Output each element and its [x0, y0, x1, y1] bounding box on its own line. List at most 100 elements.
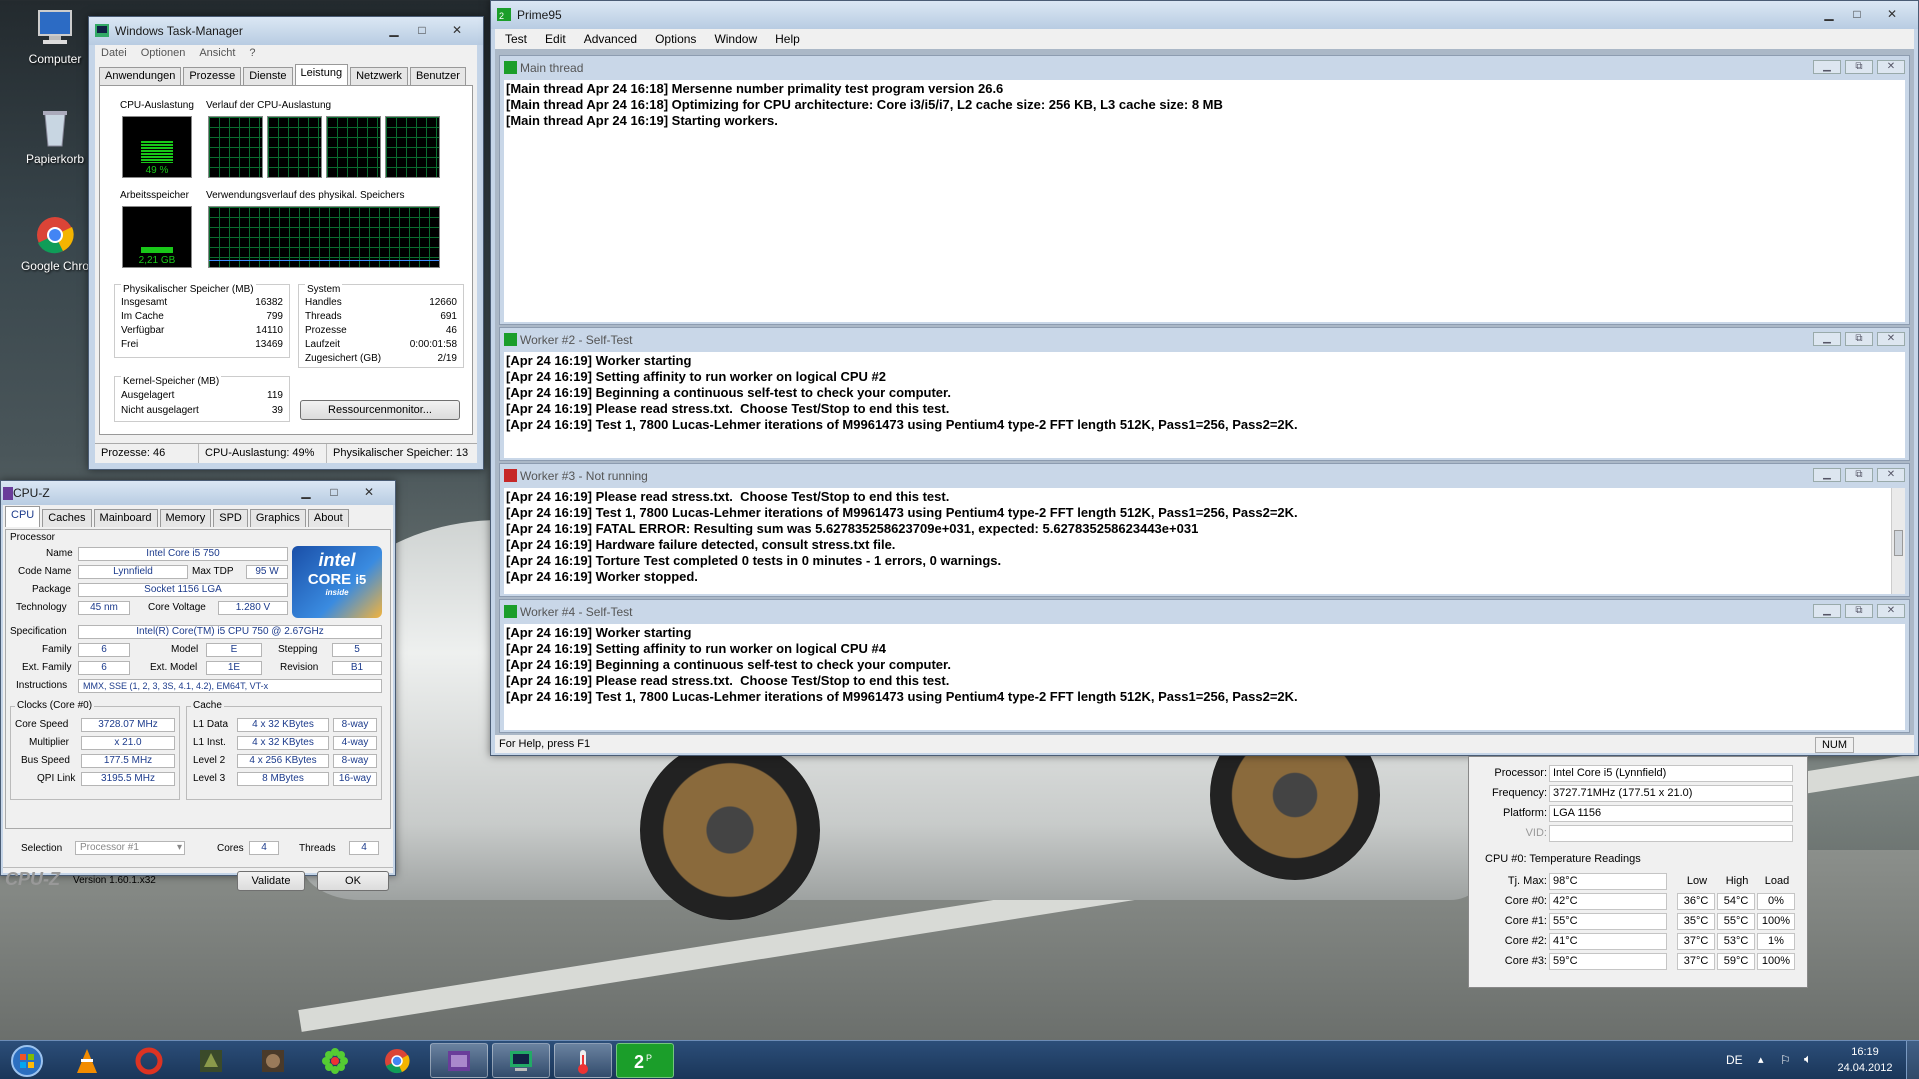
log-output[interactable]: [Apr 24 16:19] Worker starting [Apr 24 16… [504, 624, 1905, 730]
close-button[interactable]: ✕ [1872, 5, 1912, 23]
restore-button[interactable]: ⧉ [1845, 468, 1873, 482]
show-desktop-button[interactable] [1906, 1041, 1919, 1079]
family-label: Family [42, 644, 72, 655]
log-output[interactable]: [Apr 24 16:19] Please read stress.txt. C… [504, 488, 1891, 594]
tab-leistung[interactable]: Leistung [294, 64, 349, 85]
task-manager-icon[interactable] [492, 1043, 550, 1078]
qpi-link-value: 3195.5 MHz [81, 772, 175, 786]
tab-caches[interactable]: Caches [42, 509, 92, 527]
minimize-button[interactable]: ▁ [381, 21, 407, 39]
cpuz-icon[interactable] [430, 1043, 488, 1078]
volume-icon[interactable]: 🔈︎ [1804, 1051, 1812, 1067]
child-title-bar[interactable]: Worker #2 - Self-Test ▁ ⧉ ✕ [500, 328, 1909, 352]
core-2-temp: 41°C [1549, 933, 1667, 950]
minimize-button[interactable]: ▁ [1813, 60, 1841, 74]
desktop-icon-recycle-bin[interactable]: Papierkorb [15, 108, 95, 166]
core-2-high: 53°C [1717, 933, 1755, 950]
menu-help[interactable]: ? [249, 47, 255, 61]
icq-icon[interactable] [306, 1043, 364, 1078]
desktop-icon-chrome[interactable]: Google Chro [15, 215, 95, 273]
worker-status-icon [504, 61, 517, 74]
logo-core-text: CORE [307, 571, 352, 588]
l3-assoc: 16-way [333, 772, 377, 786]
close-button[interactable]: ✕ [1877, 60, 1905, 74]
l3-value: 8 MBytes [237, 772, 329, 786]
tab-dienste[interactable]: Dienste [243, 67, 293, 85]
menu-test[interactable]: Test [505, 32, 527, 46]
cpu-usage-value: 49 % [145, 165, 169, 176]
tab-prozesse[interactable]: Prozesse [183, 67, 242, 85]
restore-button[interactable]: ⧉ [1845, 60, 1873, 74]
stat-label: Verfügbar [121, 325, 165, 336]
clock[interactable]: 16:19 24.04.2012 [1830, 1044, 1900, 1076]
tab-cpu[interactable]: CPU [5, 506, 41, 527]
child-title-bar[interactable]: Worker #3 - Not running ▁ ⧉ ✕ [500, 464, 1909, 488]
vlc-icon[interactable] [58, 1043, 116, 1078]
start-orb-icon[interactable] [2, 1043, 52, 1078]
restore-button[interactable]: ⧉ [1845, 604, 1873, 618]
child-title-bar[interactable]: Main thread ▁ ⧉ ✕ [500, 56, 1909, 80]
validate-button[interactable]: Validate [237, 871, 305, 891]
intel-core-i5-logo: intel CORE i5 inside [292, 546, 382, 618]
scrollbar-thumb[interactable] [1894, 530, 1903, 556]
menu-options[interactable]: Options [655, 32, 696, 46]
desktop-icon-computer[interactable]: Computer [15, 8, 95, 66]
restore-button[interactable]: ⧉ [1845, 332, 1873, 346]
tab-netzwerk[interactable]: Netzwerk [350, 67, 408, 85]
stat-label: Handles [305, 297, 342, 308]
menu-edit[interactable]: Edit [545, 32, 566, 46]
core-1-low: 35°C [1677, 913, 1715, 930]
coretemp-icon[interactable] [554, 1043, 612, 1078]
close-button[interactable]: ✕ [1877, 468, 1905, 482]
tab-anwendungen[interactable]: Anwendungen [99, 67, 182, 85]
tab-spd[interactable]: SPD [213, 509, 248, 527]
chrome-icon[interactable] [368, 1043, 426, 1078]
menu-datei[interactable]: Datei [101, 47, 127, 61]
ccleaner-icon[interactable] [120, 1043, 178, 1078]
ok-button[interactable]: OK [317, 871, 389, 891]
worker-status-icon [504, 333, 517, 346]
tab-benutzer[interactable]: Benutzer [409, 67, 466, 85]
minimize-button[interactable]: ▁ [293, 483, 319, 501]
language-indicator[interactable]: DE [1726, 1053, 1743, 1067]
log-output[interactable]: [Main thread Apr 24 16:18] Mersenne numb… [504, 80, 1905, 322]
model-label: Model [171, 644, 199, 655]
game-icon-1[interactable] [182, 1043, 240, 1078]
close-button[interactable]: ✕ [1877, 332, 1905, 346]
close-button[interactable]: ✕ [1877, 604, 1905, 618]
close-button[interactable]: ✕ [349, 483, 389, 501]
menu-window[interactable]: Window [714, 32, 757, 46]
menu-advanced[interactable]: Advanced [584, 32, 637, 46]
close-button[interactable]: ✕ [437, 21, 477, 39]
maximize-button[interactable]: □ [409, 21, 435, 39]
tab-memory[interactable]: Memory [159, 509, 212, 527]
car-wheel [640, 740, 820, 920]
maximize-button[interactable]: □ [1844, 5, 1870, 23]
tab-graphics[interactable]: Graphics [249, 509, 306, 527]
minimize-button[interactable]: ▁ [1813, 604, 1841, 618]
menu-optionen[interactable]: Optionen [141, 47, 186, 61]
vertical-scrollbar[interactable] [1891, 488, 1905, 594]
ext-model-value: 1E [206, 661, 262, 675]
prime95-icon[interactable]: 2P [616, 1043, 674, 1078]
minimize-button[interactable]: ▁ [1813, 332, 1841, 346]
child-title-bar[interactable]: Worker #4 - Self-Test ▁ ⧉ ✕ [500, 600, 1909, 624]
title-bar[interactable]: CPU-Z ▁ □ ✕ [1, 481, 395, 505]
processor-select[interactable]: Processor #1 ▾ [75, 841, 185, 855]
tab-about[interactable]: About [307, 509, 349, 527]
title-bar[interactable]: 2 Prime95 ▁ □ ✕ [491, 1, 1918, 29]
ext-family-value: 6 [78, 661, 130, 675]
tray-expand-icon[interactable]: ▴ [1758, 1053, 1764, 1066]
tab-mainboard[interactable]: Mainboard [93, 509, 158, 527]
game-icon-2[interactable] [244, 1043, 302, 1078]
log-output[interactable]: [Apr 24 16:19] Worker starting [Apr 24 16… [504, 352, 1905, 458]
network-icon[interactable]: ⚐ [1780, 1053, 1791, 1067]
child-title: Worker #2 - Self-Test [520, 333, 633, 347]
menu-ansicht[interactable]: Ansicht [199, 47, 235, 61]
maximize-button[interactable]: □ [321, 483, 347, 501]
resource-monitor-button[interactable]: Ressourcenmonitor... [300, 400, 460, 420]
menu-help[interactable]: Help [775, 32, 800, 46]
minimize-button[interactable]: ▁ [1816, 5, 1842, 23]
title-bar[interactable]: Windows Task-Manager ▁ □ ✕ [89, 17, 483, 45]
minimize-button[interactable]: ▁ [1813, 468, 1841, 482]
